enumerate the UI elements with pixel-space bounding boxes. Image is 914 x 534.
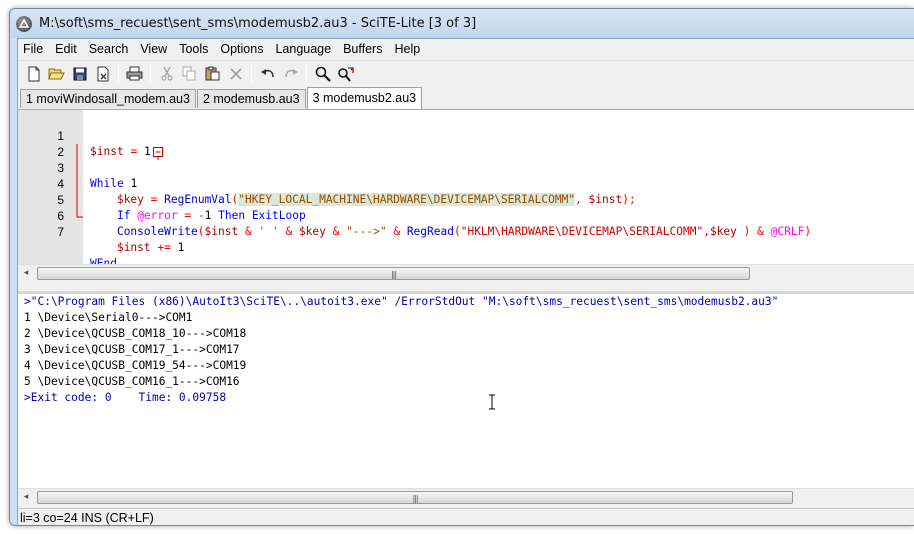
new-file-icon [28,66,39,81]
undo-button[interactable] [256,63,279,85]
scroll-left-icon[interactable]: ◂ [21,268,31,278]
output-line: 2 \Device\QCUSB_COM18_10--->COM18 [24,327,247,340]
status-text: li=3 co=24 INS (CR+LF) [20,511,154,525]
code-line: 1 $inst = 1 [18,112,914,158]
text-cursor-icon [488,394,496,410]
status-bar: li=3 co=24 INS (CR+LF) [18,508,914,525]
menu-edit[interactable]: Edit [49,39,83,59]
cut-button[interactable] [155,63,178,85]
menu-help[interactable]: Help [388,39,426,59]
undo-icon [260,68,274,77]
replace-button[interactable] [334,63,357,85]
grip-icon: ||| [390,270,397,279]
toolbar-separator [251,64,252,83]
window-title: M:\soft\sms_recuest\sent_sms\modemusb2.a… [39,16,477,31]
tab-movi-windosall-modem[interactable]: 1 moviWindosall_modem.au3 [20,89,196,108]
fold-line [71,192,83,208]
replace-icon [338,66,354,82]
paste-button[interactable] [201,63,224,85]
output-line: 5 \Device\QCUSB_COM16_1--->COM16 [24,375,240,388]
paste-icon [205,66,220,81]
delete-button[interactable] [224,63,247,85]
output-command-line: >"C:\Program Files (x86)\AutoIt3\SciTE\.… [24,295,779,308]
menu-language[interactable]: Language [269,39,337,59]
fold-line [71,160,83,176]
cut-icon [161,66,172,81]
line-number: 7 [57,225,64,239]
toolbar-separator [306,64,307,83]
output-line: 1 \Device\Serial0--->COM1 [24,311,193,324]
fold-end [71,208,83,224]
output-horizontal-scrollbar[interactable]: ◂ ||| [18,488,914,506]
print-icon [126,66,143,81]
scroll-left-icon[interactable]: ◂ [21,492,31,502]
scite-window: M:\soft\sms_recuest\sent_sms\modemusb2.a… [9,8,914,526]
copy-icon [182,66,196,81]
fold-line [71,144,83,160]
redo-icon [284,68,298,77]
grip-icon: ||| [412,494,418,503]
code-line: 7 WEnd [18,208,914,264]
new-file-button[interactable] [22,63,45,85]
output-exit-line: >Exit code: 0 Time: 0.09758 [24,391,227,404]
output-pane[interactable]: >"C:\Program Files (x86)\AutoIt3\SciTE\.… [18,291,914,488]
code-line: 4 If @error = -1 Then ExitLoop [18,160,914,222]
print-button[interactable] [123,63,146,85]
open-button[interactable] [45,63,68,85]
toolbar-separator [150,64,151,83]
menu-buffers[interactable]: Buffers [337,39,388,59]
output-scroll-thumb[interactable]: ||| [37,491,793,504]
close-file-icon [97,66,108,81]
toolbar [18,60,914,86]
buffer-tabs: 1 moviWindosall_modem.au3 2 modemusb.au3… [18,86,914,109]
find-button[interactable] [311,63,334,85]
tab-modemusb[interactable]: 2 modemusb.au3 [196,89,306,108]
toolbar-separator [118,64,119,83]
save-icon [73,67,86,80]
scite-app-icon[interactable] [16,15,32,32]
menu-file[interactable]: File [18,39,49,59]
menu-options[interactable]: Options [214,39,269,59]
redo-button[interactable] [279,63,302,85]
copy-button[interactable] [178,63,201,85]
menu-search[interactable]: Search [83,39,135,59]
code-line: 2 While 1 [18,128,914,190]
find-icon [315,66,331,82]
code-text: WEnd [90,257,117,264]
tab-modemusb2[interactable]: 3 modemusb2.au3 [306,87,423,109]
title-bar[interactable]: M:\soft\sms_recuest\sent_sms\modemusb2.a… [10,9,914,38]
editor-scroll-thumb[interactable]: ||| [37,267,750,280]
output-line: 4 \Device\QCUSB_COM19_54--->COM19 [24,359,247,372]
code-text: $inst += 1 [116,241,185,254]
delete-icon [229,67,242,80]
fold-minus-icon[interactable] [71,128,163,160]
code-line: 6 $inst += 1 [18,192,914,254]
output-line: 3 \Device\QCUSB_COM17_1--->COM17 [24,343,240,356]
code-line: 3 $key = RegEnumVal("HKEY_LOCAL_MACHINE\… [18,144,914,206]
code-line: 5 ConsoleWrite($inst & ' ' & $key & "---… [18,176,914,238]
fold-line [71,176,83,192]
menu-bar: File Edit Search View Tools Options Lang… [18,39,914,59]
save-button[interactable] [68,63,91,85]
client-area: File Edit Search View Tools Options Lang… [17,38,914,525]
code-editor[interactable]: 1 $inst = 1 2 While 1 3 $key = RegEnumVa… [18,109,914,264]
code-text: ConsoleWrite($inst & ' ' & $key & "--->"… [116,225,812,238]
menu-tools[interactable]: Tools [173,39,214,59]
close-file-button[interactable] [91,63,114,85]
open-folder-icon [48,68,65,80]
editor-horizontal-scrollbar[interactable]: ◂ ||| [18,264,914,281]
menu-view[interactable]: View [134,39,173,59]
